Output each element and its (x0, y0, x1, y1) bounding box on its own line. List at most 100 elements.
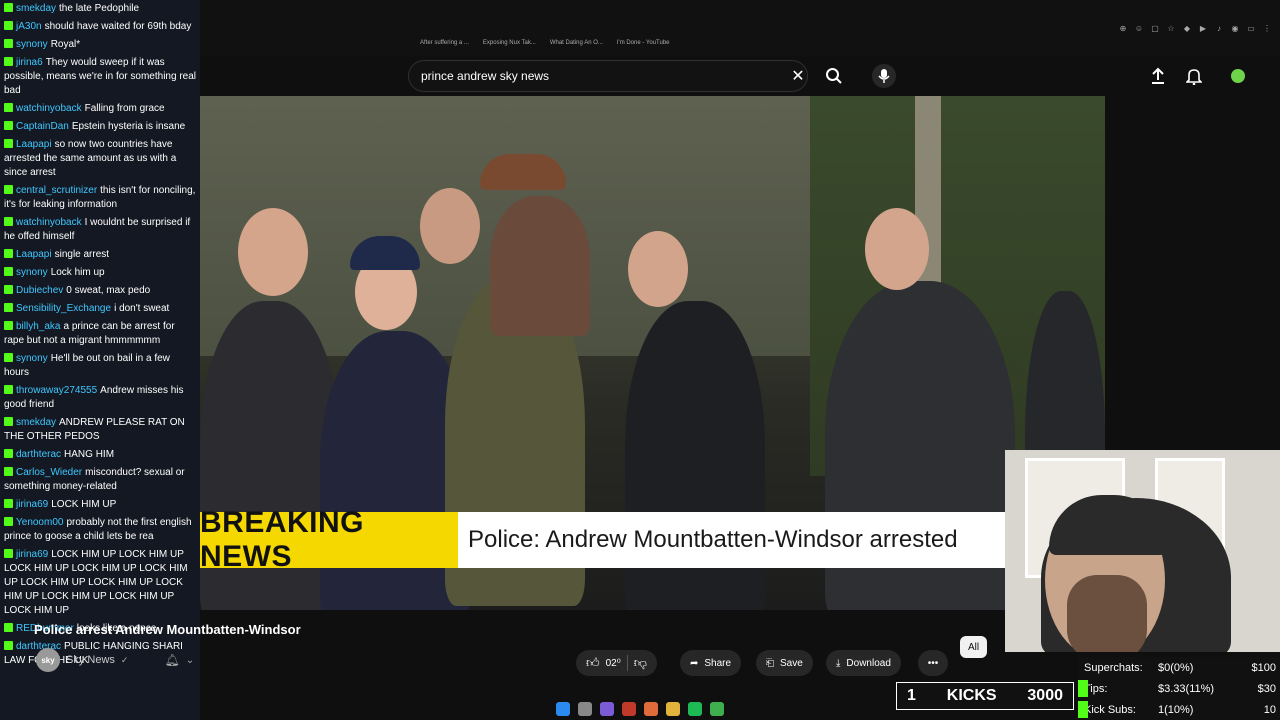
filter-chip-all[interactable]: All (960, 636, 988, 658)
download-button[interactable]: ⤓ Download (826, 650, 901, 676)
chat-message: jirina69 LOCK HIM UP (0, 496, 200, 514)
like-count: 02⁰ (605, 657, 621, 669)
shield-icon[interactable]: ◆ (1182, 24, 1192, 33)
chat-username[interactable]: jA30n (16, 21, 42, 32)
app-icon[interactable] (622, 702, 636, 716)
chat-username[interactable]: synony (16, 353, 48, 364)
video-player[interactable]: BREAKING NEWS Police: Andrew Mountbatten… (200, 96, 1105, 610)
kick-badge-icon (4, 321, 13, 330)
kicks-goal: 3000 (1027, 687, 1063, 704)
save-button[interactable]: ⎗ Save (756, 650, 813, 676)
superchats-goal: $100 (1251, 661, 1276, 674)
thumbs-down-icon[interactable]: 👎︎ (634, 655, 647, 671)
person-head (420, 188, 480, 264)
chat-username[interactable]: darthterac (16, 449, 61, 460)
play-icon[interactable]: ▶ (1198, 24, 1208, 33)
chat-message: central_scrutinizer this isn't for noncil… (0, 182, 200, 214)
tips-progress-fill (1078, 680, 1088, 697)
channel-avatar[interactable]: sky (36, 648, 60, 672)
chat-username[interactable]: CaptainDan (16, 121, 69, 132)
discord-icon[interactable] (600, 702, 614, 716)
like-dislike-group: 👍︎ 02⁰ 👎︎ (576, 650, 657, 676)
tips-label: Tips: (1084, 682, 1108, 695)
chat-username[interactable]: Laapapi (16, 249, 52, 260)
audio-icon[interactable]: ♪ (1214, 24, 1224, 33)
app-icon[interactable] (710, 702, 724, 716)
chat-message: smekday ANDREW PLEASE RAT ON THE OTHER PE… (0, 414, 200, 446)
chat-username[interactable]: jirina6 (16, 57, 43, 68)
chat-message: Laapapi single arrest (0, 246, 200, 264)
bookmark-item[interactable]: After suffering a ... (420, 40, 469, 46)
bookmark-icon: ⎗ (766, 657, 774, 669)
kick-badge-icon (4, 39, 13, 48)
chat-username[interactable]: smekday (16, 417, 56, 428)
file-explorer-icon[interactable] (666, 702, 680, 716)
stream-chat: smekday the late Pedophile jA30n should hav… (0, 0, 200, 720)
spotify-icon[interactable] (688, 702, 702, 716)
chat-message: Carlos_Wieder misconduct? sexual or somet… (0, 464, 200, 496)
person-head (238, 208, 308, 296)
like-button[interactable]: 👍︎ 02⁰ (586, 655, 621, 671)
chat-text: Falling from grace (84, 103, 165, 114)
browser-toolbar: After suffering a ... Exposing Nux Tak..… (200, 0, 1280, 56)
bookmark-star-icon[interactable]: ☆ (1166, 24, 1176, 33)
chat-text: should have waited for 69th bday (44, 21, 192, 32)
search-input[interactable]: prince andrew sky news (408, 60, 808, 92)
chat-username[interactable]: watchinyoback (16, 217, 82, 228)
verified-icon: ✓ (120, 654, 129, 665)
bookmark-item[interactable]: Exposing Nux Tak... (483, 40, 536, 46)
chrome-icon[interactable] (644, 702, 658, 716)
bookmark-item[interactable]: I'm Done - YouTube (617, 40, 670, 46)
extension-icon[interactable]: ☺ (1134, 24, 1144, 33)
channel-name[interactable]: Sky News (66, 654, 115, 666)
kick-subs-progress-fill (1078, 701, 1088, 718)
menu-icon[interactable]: ⋮ (1262, 24, 1272, 33)
kick-badge-icon (4, 517, 13, 526)
zoom-icon[interactable]: ⊕ (1118, 24, 1128, 33)
more-actions-button[interactable]: ••• (918, 650, 948, 676)
extension-icon[interactable]: ▢ (1150, 24, 1160, 33)
chat-username[interactable]: jirina69 (16, 549, 48, 560)
chat-username[interactable]: throwaway274555 (16, 385, 97, 396)
person-figure (490, 196, 590, 336)
upload-icon[interactable] (1146, 64, 1170, 88)
microphone-icon[interactable] (872, 64, 896, 88)
breaking-news-banner: BREAKING NEWS Police: Andrew Mountbatten… (200, 506, 1005, 573)
chevron-down-icon[interactable]: ⌄ (186, 655, 194, 666)
chat-username[interactable]: Carlos_Wieder (16, 467, 82, 478)
kick-badge-icon (4, 449, 13, 458)
kick-badge-icon (4, 353, 13, 362)
search-icon[interactable] (822, 64, 846, 88)
chat-username[interactable]: Laapapi (16, 139, 52, 150)
chat-username[interactable]: synony (16, 267, 48, 278)
notification-bell-icon[interactable]: 🔔︎ (164, 653, 179, 667)
chat-message: darthterac HANG HIM (0, 446, 200, 464)
extension-icon[interactable]: ▭ (1246, 24, 1256, 33)
chat-username[interactable]: Sensibility_Exchange (16, 303, 111, 314)
chat-username[interactable]: central_scrutinizer (16, 185, 97, 196)
chat-message: throwaway274555 Andrew misses his good fr… (0, 382, 200, 414)
chat-text: the late Pedophile (59, 3, 140, 14)
share-button[interactable]: ➦ Share (680, 650, 742, 676)
save-label: Save (780, 657, 803, 669)
stream-goals-panel: Superchats: $0(0%) $100 Tips: $3.33(11%)… (1078, 657, 1280, 720)
account-avatar[interactable] (1226, 64, 1250, 88)
chat-username[interactable]: Dubiechev (16, 285, 63, 296)
clear-search-icon[interactable]: ✕ (786, 64, 810, 88)
chat-username[interactable]: billyh_aka (16, 321, 60, 332)
windows-start-icon[interactable] (556, 702, 570, 716)
chat-username[interactable]: Yenoom00 (16, 517, 63, 528)
extension-icon[interactable]: ◉ (1230, 24, 1240, 33)
chat-text: Epstein hysteria is insane (71, 121, 186, 132)
notifications-bell-icon[interactable] (1182, 64, 1206, 88)
chat-message: synony He'll be out on bail in a few hour… (0, 350, 200, 382)
chat-username[interactable]: smekday (16, 3, 56, 14)
bookmark-item[interactable]: What Dating An O... (550, 40, 603, 46)
chat-username[interactable]: jirina69 (16, 499, 48, 510)
chat-username[interactable]: watchinyoback (16, 103, 82, 114)
chat-username[interactable]: synony (16, 39, 48, 50)
taskbar-search-icon[interactable] (578, 702, 592, 716)
video-title: Police arrest Andrew Mountbatten-Windsor (34, 622, 301, 637)
share-label: Share (704, 657, 732, 669)
chat-message: Sensibility_Exchange i don't sweat (0, 300, 200, 318)
